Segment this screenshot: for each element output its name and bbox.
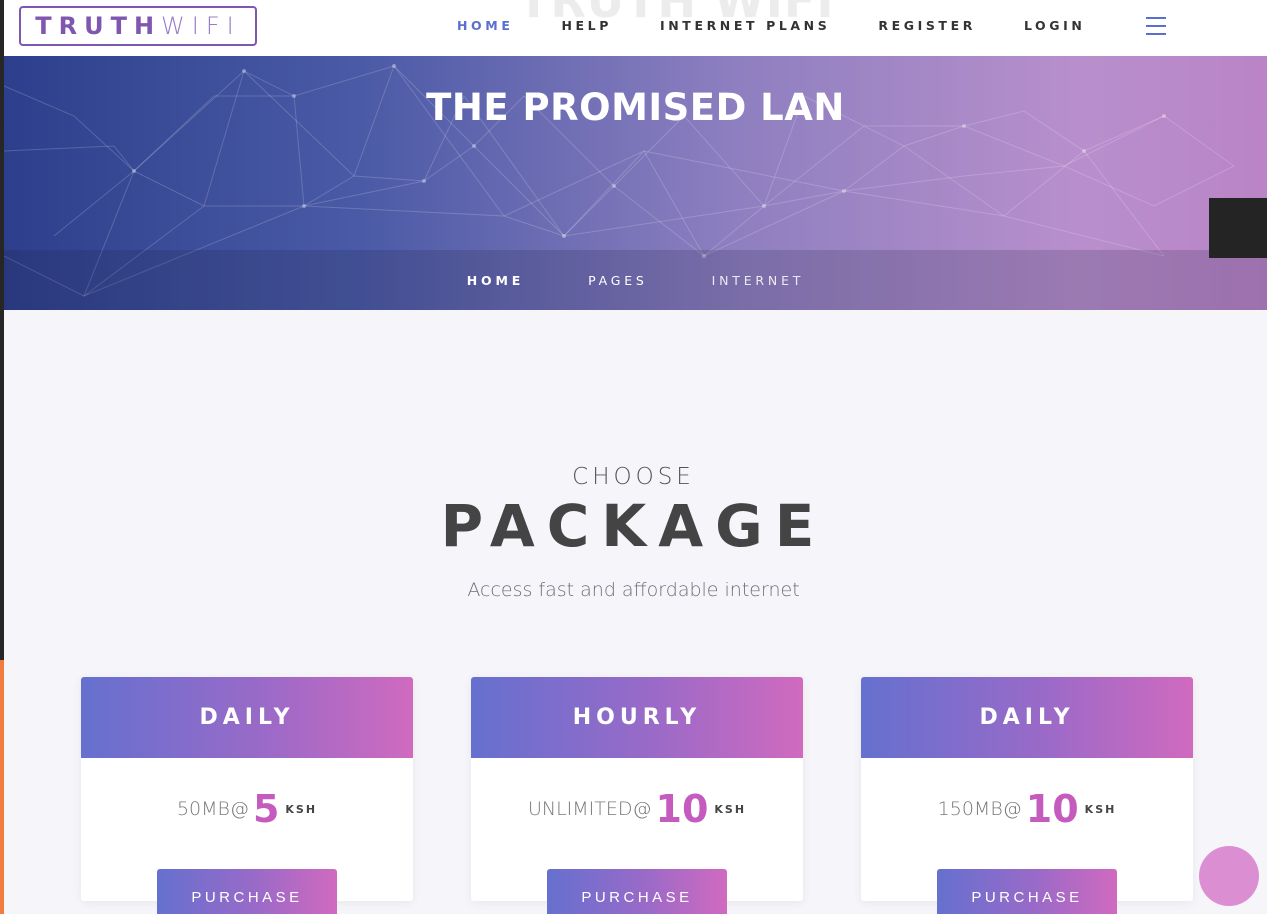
purchase-button[interactable]: PURCHASE	[937, 869, 1117, 914]
nav-help[interactable]: HELP	[561, 18, 612, 33]
hamburger-icon[interactable]	[1146, 17, 1166, 35]
hero-banner: THE PROMISED LAN HOME PAGES INTERNET	[4, 56, 1267, 310]
package-currency: KSH	[1084, 802, 1117, 816]
purchase-button[interactable]: PURCHASE	[547, 869, 727, 914]
logo-light: WIFI	[161, 12, 241, 40]
purchase-button[interactable]: PURCHASE	[157, 869, 337, 914]
nav-login[interactable]: LOGIN	[1024, 18, 1086, 33]
package-amount: UNLIMITED@	[527, 798, 652, 820]
floating-action-button[interactable]	[1199, 846, 1259, 906]
package-card: DAILY 150MB@ 10 KSH PURCHASE	[861, 677, 1193, 914]
package-card-header: HOURLY	[471, 677, 803, 758]
nav-internet-plans[interactable]: INTERNET PLANS	[660, 18, 830, 33]
package-price: 50MB@ 5 KSH	[81, 787, 413, 831]
left-edge-accent	[0, 660, 4, 914]
breadcrumb-home[interactable]: HOME	[467, 273, 524, 288]
main-nav: HOME HELP INTERNET PLANS REGISTER LOGIN	[457, 18, 1133, 33]
package-price-value: 10	[655, 787, 709, 831]
package-name: DAILY	[979, 705, 1075, 730]
logo-bold: TRUTH	[35, 12, 162, 40]
package-card-header: DAILY	[81, 677, 413, 758]
package-price-value: 5	[252, 787, 280, 831]
package-name: DAILY	[199, 705, 295, 730]
section-kicker: CHOOSE	[572, 464, 695, 490]
site-logo[interactable]: TRUTH WIFI	[19, 6, 257, 46]
breadcrumb: HOME PAGES INTERNET	[4, 250, 1267, 310]
page-title: THE PROMISED LAN	[426, 86, 845, 129]
package-currency: KSH	[285, 802, 318, 816]
package-amount: 50MB@	[176, 798, 249, 820]
package-name: HOURLY	[572, 705, 702, 730]
breadcrumb-pages[interactable]: PAGES	[588, 273, 648, 288]
breadcrumb-internet: INTERNET	[711, 272, 805, 288]
nav-register[interactable]: REGISTER	[878, 18, 976, 33]
package-card: DAILY 50MB@ 5 KSH PURCHASE	[81, 677, 413, 914]
package-card: HOURLY UNLIMITED@ 10 KSH PURCHASE	[471, 677, 803, 914]
top-navbar: TRUTH WIFI TRUTH WIFI HOME HELP INTERNET …	[4, 0, 1267, 56]
package-currency: KSH	[714, 802, 747, 816]
side-panel-tab[interactable]	[1209, 198, 1267, 258]
package-price: UNLIMITED@ 10 KSH	[471, 787, 803, 831]
package-amount: 150MB@	[937, 798, 1022, 820]
nav-home[interactable]: HOME	[457, 18, 513, 33]
section-heading: PACKAGE	[440, 492, 827, 560]
package-price: 150MB@ 10 KSH	[861, 787, 1193, 831]
section-tagline: Access fast and affordable internet	[467, 579, 800, 601]
package-price-value: 10	[1025, 787, 1079, 831]
package-card-header: DAILY	[861, 677, 1193, 758]
